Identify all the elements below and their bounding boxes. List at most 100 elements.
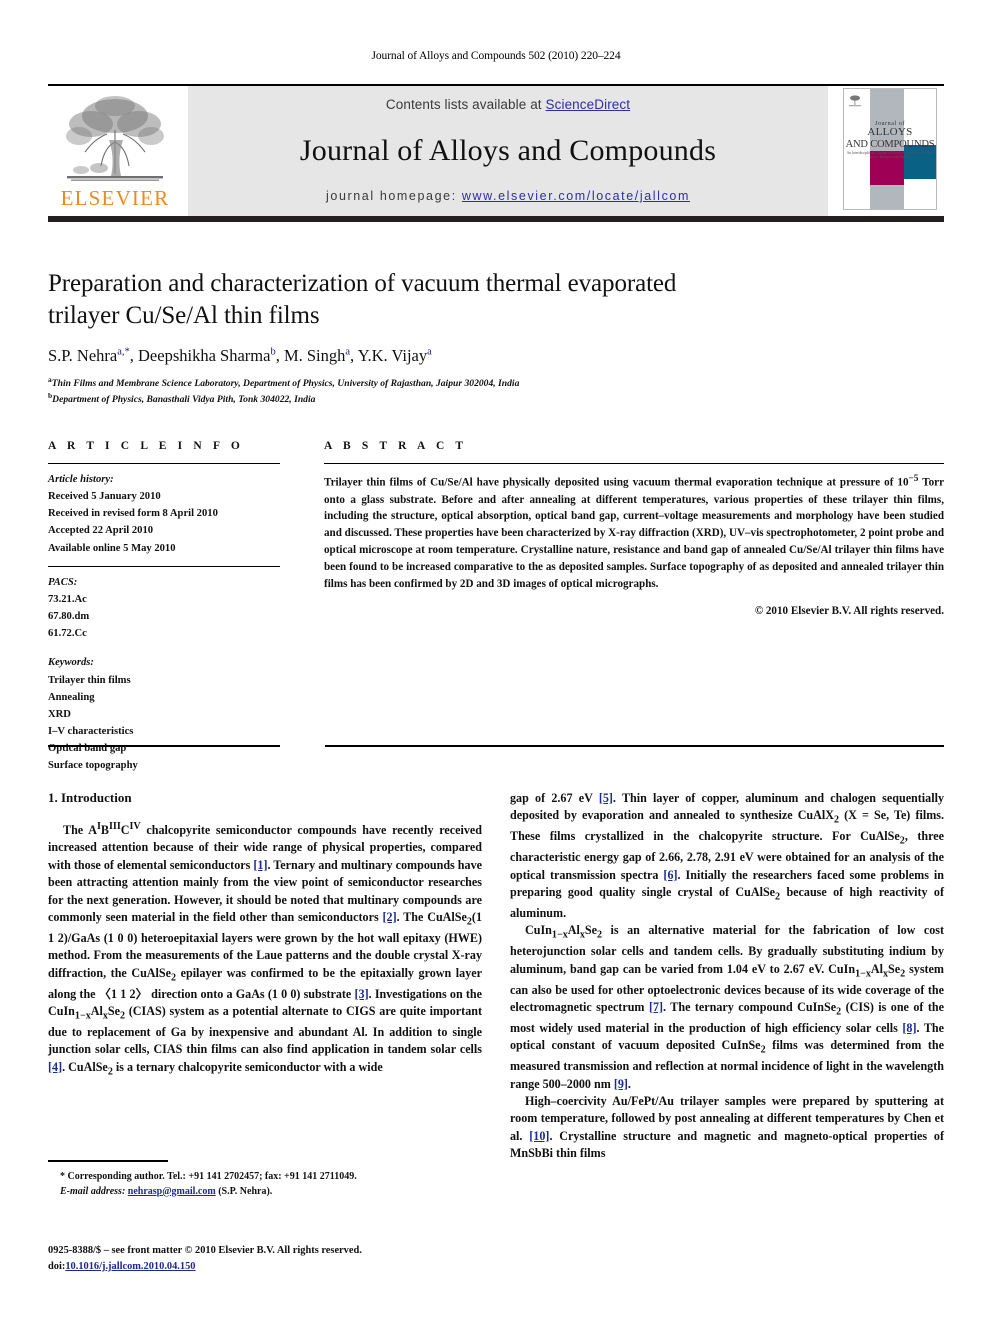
abstract-part-2: Torr onto a glass substrate. Before and … — [324, 476, 944, 590]
author-2-name: M. Singh — [283, 346, 346, 365]
lp-a: The A — [63, 823, 97, 838]
author-3-name: Y.K. Vijay — [357, 346, 428, 365]
info-abstract-region: A R T I C L E I N F O Article history: R… — [48, 440, 944, 775]
citation-ref-1[interactable]: [1] — [253, 858, 267, 872]
keyword-1: Annealing — [48, 691, 95, 703]
page-title: Preparation and characterization of vacu… — [48, 270, 677, 329]
homepage-prefix: journal homepage: — [326, 189, 462, 203]
intro-paragraph-right-3: High–coercivity Au/FePt/Au trilayer samp… — [510, 1093, 944, 1163]
doi-link[interactable]: 10.1016/j.jallcom.2010.04.150 — [65, 1261, 195, 1272]
masthead-center-banner: Contents lists available at ScienceDirec… — [188, 86, 828, 216]
affiliation-1-text: Department of Physics, Banasthali Vidya … — [52, 394, 316, 406]
rp2-b: Al — [567, 923, 580, 938]
imprint-block: 0925-8388/$ – see front matter © 2010 El… — [48, 1243, 548, 1274]
doi-label: doi: — [48, 1260, 66, 1272]
cover-title-text: Journal of ALLOYS AND COMPOUNDS An Inter… — [844, 121, 936, 159]
journal-cover-thumbnail[interactable]: Journal of ALLOYS AND COMPOUNDS An Inter… — [843, 88, 937, 210]
journal-homepage-link[interactable]: www.elsevier.com/locate/jallcom — [462, 189, 690, 203]
email-suffix: (S.P. Nehra). — [215, 1185, 273, 1197]
rp2-sub1x2: 1−x — [855, 968, 871, 980]
lp-b: B — [100, 823, 109, 838]
keywords-label: Keywords: — [48, 657, 94, 669]
citation-ref-4[interactable]: [4] — [48, 1060, 62, 1074]
history-item-0: Received 5 January 2010 — [48, 491, 161, 503]
rp2-h: . The ternary compound CuInSe — [663, 999, 837, 1014]
author-3-marks: a — [427, 346, 432, 358]
rp2-l: . — [627, 1076, 631, 1091]
imprint-doi-line: doi:10.1016/j.jallcom.2010.04.150 — [48, 1259, 548, 1275]
citation-ref-2[interactable]: [2] — [383, 910, 397, 924]
abstract-rule — [324, 463, 944, 464]
left-column-separator — [48, 745, 280, 747]
author-2-marks: a — [345, 346, 351, 358]
abstract-part-1: Trilayer thin films of Cu/Se/Al have phy… — [324, 476, 909, 489]
citation-ref-3[interactable]: [3] — [355, 987, 369, 1001]
section-title-introduction: 1. Introduction — [48, 790, 132, 805]
lp-sub1x: 1−x — [74, 1010, 91, 1022]
elsevier-wordmark: ELSEVIER — [60, 186, 170, 210]
citation-ref-7[interactable]: [7] — [649, 1000, 663, 1014]
pacs-block: PACS: 73.21.Ac 67.80.dm 61.72.Cc — [48, 574, 280, 643]
article-info-heading: A R T I C L E I N F O — [48, 440, 244, 452]
journal-title: Journal of Alloys and Compounds — [299, 133, 717, 167]
article-history-label: Article history: — [48, 474, 114, 485]
keywords-block: Keywords: Trilayer thin films Annealing … — [48, 654, 280, 774]
pacs-item-2: 61.72.Cc — [48, 628, 87, 640]
footnote-block: * Corresponding author. Tel.: +91 141 27… — [48, 1160, 482, 1199]
affiliation-0-text: Thin Films and Membrane Science Laborato… — [51, 378, 520, 390]
rp2-f: Se — [888, 961, 901, 976]
abstract-text: Trilayer thin films of Cu/Se/Al have phy… — [324, 472, 944, 593]
elsevier-tree-icon — [66, 96, 164, 181]
keyword-4: Optical band gap — [48, 743, 127, 755]
cover-white-bottom — [904, 179, 936, 209]
sciencedirect-link[interactable]: ScienceDirect — [546, 97, 631, 112]
citation-ref-10[interactable]: [10] — [529, 1129, 549, 1143]
affiliation-1: bDepartment of Physics, Banasthali Vidya… — [48, 391, 748, 407]
journal-homepage-line: journal homepage: www.elsevier.com/locat… — [326, 189, 690, 203]
history-item-2: Accepted 22 April 2010 — [48, 525, 154, 537]
abstract-column: A B S T R A C T Trilayer thin films of C… — [324, 440, 944, 775]
citation-ref-9[interactable]: [9] — [614, 1077, 628, 1091]
body-right-column: gap of 2.67 eV [5]. Thin layer of copper… — [510, 790, 944, 1163]
citation-ref-5[interactable]: [5] — [599, 791, 613, 805]
cover-line-4: An Interdisciplinary Journal of Material… — [846, 150, 934, 159]
pacs-item-0: 73.21.Ac — [48, 593, 87, 605]
keyword-0: Trilayer thin films — [48, 674, 131, 686]
contents-available-line: Contents lists available at ScienceDirec… — [386, 97, 630, 112]
abstract-exponent: −5 — [908, 474, 919, 484]
body-left-column: 1. Introduction The AIBIIICIV chalcopyri… — [48, 790, 482, 1163]
title-block: Preparation and characterization of vacu… — [48, 268, 748, 407]
rp2-e: Al — [870, 961, 883, 976]
journal-masthead: ELSEVIER Contents lists available at Sci… — [48, 84, 944, 222]
pacs-label: PACS: — [48, 576, 78, 588]
elsevier-logo: ELSEVIER — [48, 86, 182, 216]
article-info-divider — [48, 565, 280, 567]
author-1: Deepshikha Sharmab — [138, 346, 276, 365]
author-0: S.P. Nehraa,* — [48, 346, 130, 365]
right-column-separator — [325, 745, 944, 747]
citation-ref-6[interactable]: [6] — [663, 868, 677, 882]
rp2-c: Se — [584, 923, 597, 938]
running-head: Journal of Alloys and Compounds 502 (201… — [371, 50, 621, 62]
intro-paragraph-right-1: gap of 2.67 eV [5]. Thin layer of copper… — [510, 790, 944, 922]
journal-cover-cell: Journal of ALLOYS AND COMPOUNDS An Inter… — [836, 86, 944, 216]
copyright-line: © 2010 Elsevier B.V. All rights reserved… — [754, 604, 944, 617]
email-line: E-mail address: nehrasp@gmail.com (S.P. … — [48, 1184, 482, 1199]
author-0-name: S.P. Nehra — [48, 346, 118, 365]
corresponding-author-note: * Corresponding author. Tel.: +91 141 27… — [48, 1169, 482, 1199]
citation-ref-8[interactable]: [8] — [902, 1021, 916, 1035]
body-columns: 1. Introduction The AIBIIICIV chalcopyri… — [48, 790, 944, 1163]
paper-page: Journal of Alloys and Compounds 502 (201… — [0, 0, 992, 1323]
keyword-3: I–V characteristics — [48, 726, 134, 738]
rp2-sub1x: 1−x — [551, 929, 568, 941]
keyword-2: XRD — [48, 708, 71, 720]
imprint-front-matter: 0925-8388/$ – see front matter © 2010 El… — [48, 1245, 362, 1256]
rp3-b: . Crystalline structure and magnetic and… — [510, 1128, 944, 1161]
abstract-heading: A B S T R A C T — [324, 440, 468, 452]
lp-f: . The CuAlSe — [396, 910, 467, 925]
email-link[interactable]: nehrasp@gmail.com — [128, 1186, 216, 1197]
affiliation-0: aThin Films and Membrane Science Laborat… — [48, 375, 748, 391]
contents-prefix: Contents lists available at — [385, 97, 546, 112]
cover-elsevier-icon — [848, 93, 862, 109]
